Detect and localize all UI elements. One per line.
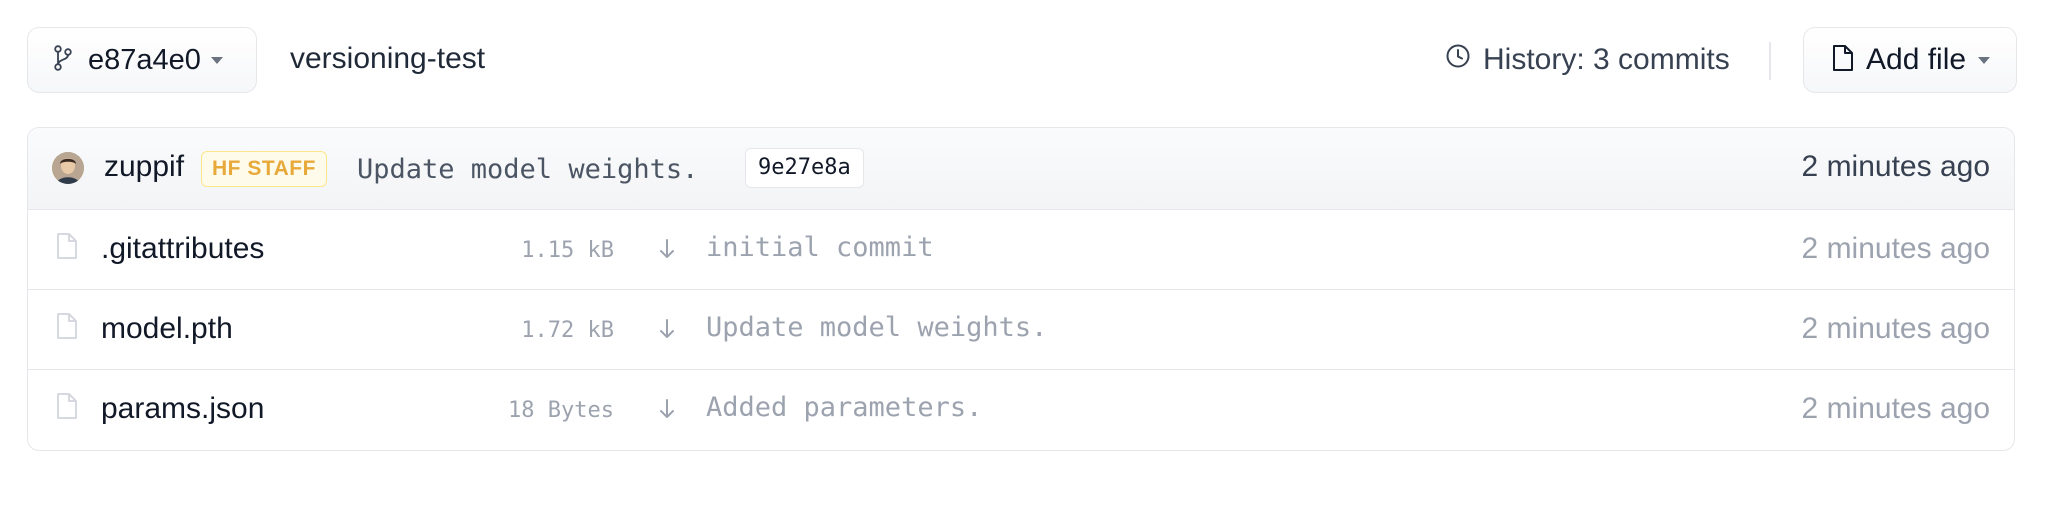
history-label: History: 3 commits — [1483, 43, 1730, 76]
file-size: 18 Bytes — [508, 398, 614, 423]
file-commit-message[interactable]: Added parameters. — [706, 392, 982, 423]
clock-icon — [1445, 43, 1471, 77]
file-name[interactable]: .gitattributes — [101, 232, 264, 266]
branch-label: e87a4e0 — [88, 43, 201, 76]
file-size: 1.72 kB — [521, 318, 614, 343]
add-file-label: Add file — [1866, 43, 1967, 76]
file-table: zuppif HF STAFF Update model weights. 9e… — [27, 127, 2015, 451]
last-commit-row: zuppif HF STAFF Update model weights. 9e… — [28, 128, 2014, 210]
file-time: 2 minutes ago — [1801, 392, 1990, 425]
file-size: 1.15 kB — [521, 238, 614, 263]
file-icon — [1832, 44, 1854, 77]
add-file-button[interactable]: Add file — [1803, 27, 2017, 93]
toolbar-divider — [1769, 42, 1771, 80]
download-arrow-icon[interactable] — [659, 237, 675, 261]
file-icon — [56, 232, 78, 260]
chevron-down-icon — [1978, 56, 1991, 64]
file-time: 2 minutes ago — [1801, 232, 1990, 265]
commit-time: 2 minutes ago — [1801, 150, 1990, 183]
repo-toolbar: e87a4e0 versioning-test History: 3 commi… — [0, 0, 2048, 120]
file-name[interactable]: params.json — [101, 392, 264, 426]
history-link[interactable]: History: 3 commits — [1445, 38, 1730, 82]
chevron-down-icon — [210, 56, 223, 64]
file-name[interactable]: model.pth — [101, 312, 233, 346]
download-arrow-icon[interactable] — [659, 317, 675, 341]
file-icon — [56, 392, 78, 420]
file-row-params-json: params.json 18 Bytes Added parameters. 2… — [28, 370, 2014, 450]
commit-message[interactable]: Update model weights. — [357, 154, 698, 185]
file-commit-message[interactable]: initial commit — [706, 232, 934, 263]
commit-author[interactable]: zuppif — [104, 150, 184, 184]
avatar[interactable] — [52, 152, 84, 184]
commit-hash[interactable]: 9e27e8a — [745, 148, 864, 188]
branch-selector-button[interactable]: e87a4e0 — [27, 27, 257, 93]
file-row-gitattributes: .gitattributes 1.15 kB initial commit 2 … — [28, 210, 2014, 290]
download-arrow-icon[interactable] — [659, 397, 675, 421]
staff-badge: HF STAFF — [201, 151, 327, 187]
repo-name[interactable]: versioning-test — [290, 42, 485, 76]
file-icon — [56, 312, 78, 340]
file-row-model-pth: model.pth 1.72 kB Update model weights. … — [28, 290, 2014, 370]
file-time: 2 minutes ago — [1801, 312, 1990, 345]
file-commit-message[interactable]: Update model weights. — [706, 312, 1047, 343]
git-branch-icon — [54, 44, 72, 76]
